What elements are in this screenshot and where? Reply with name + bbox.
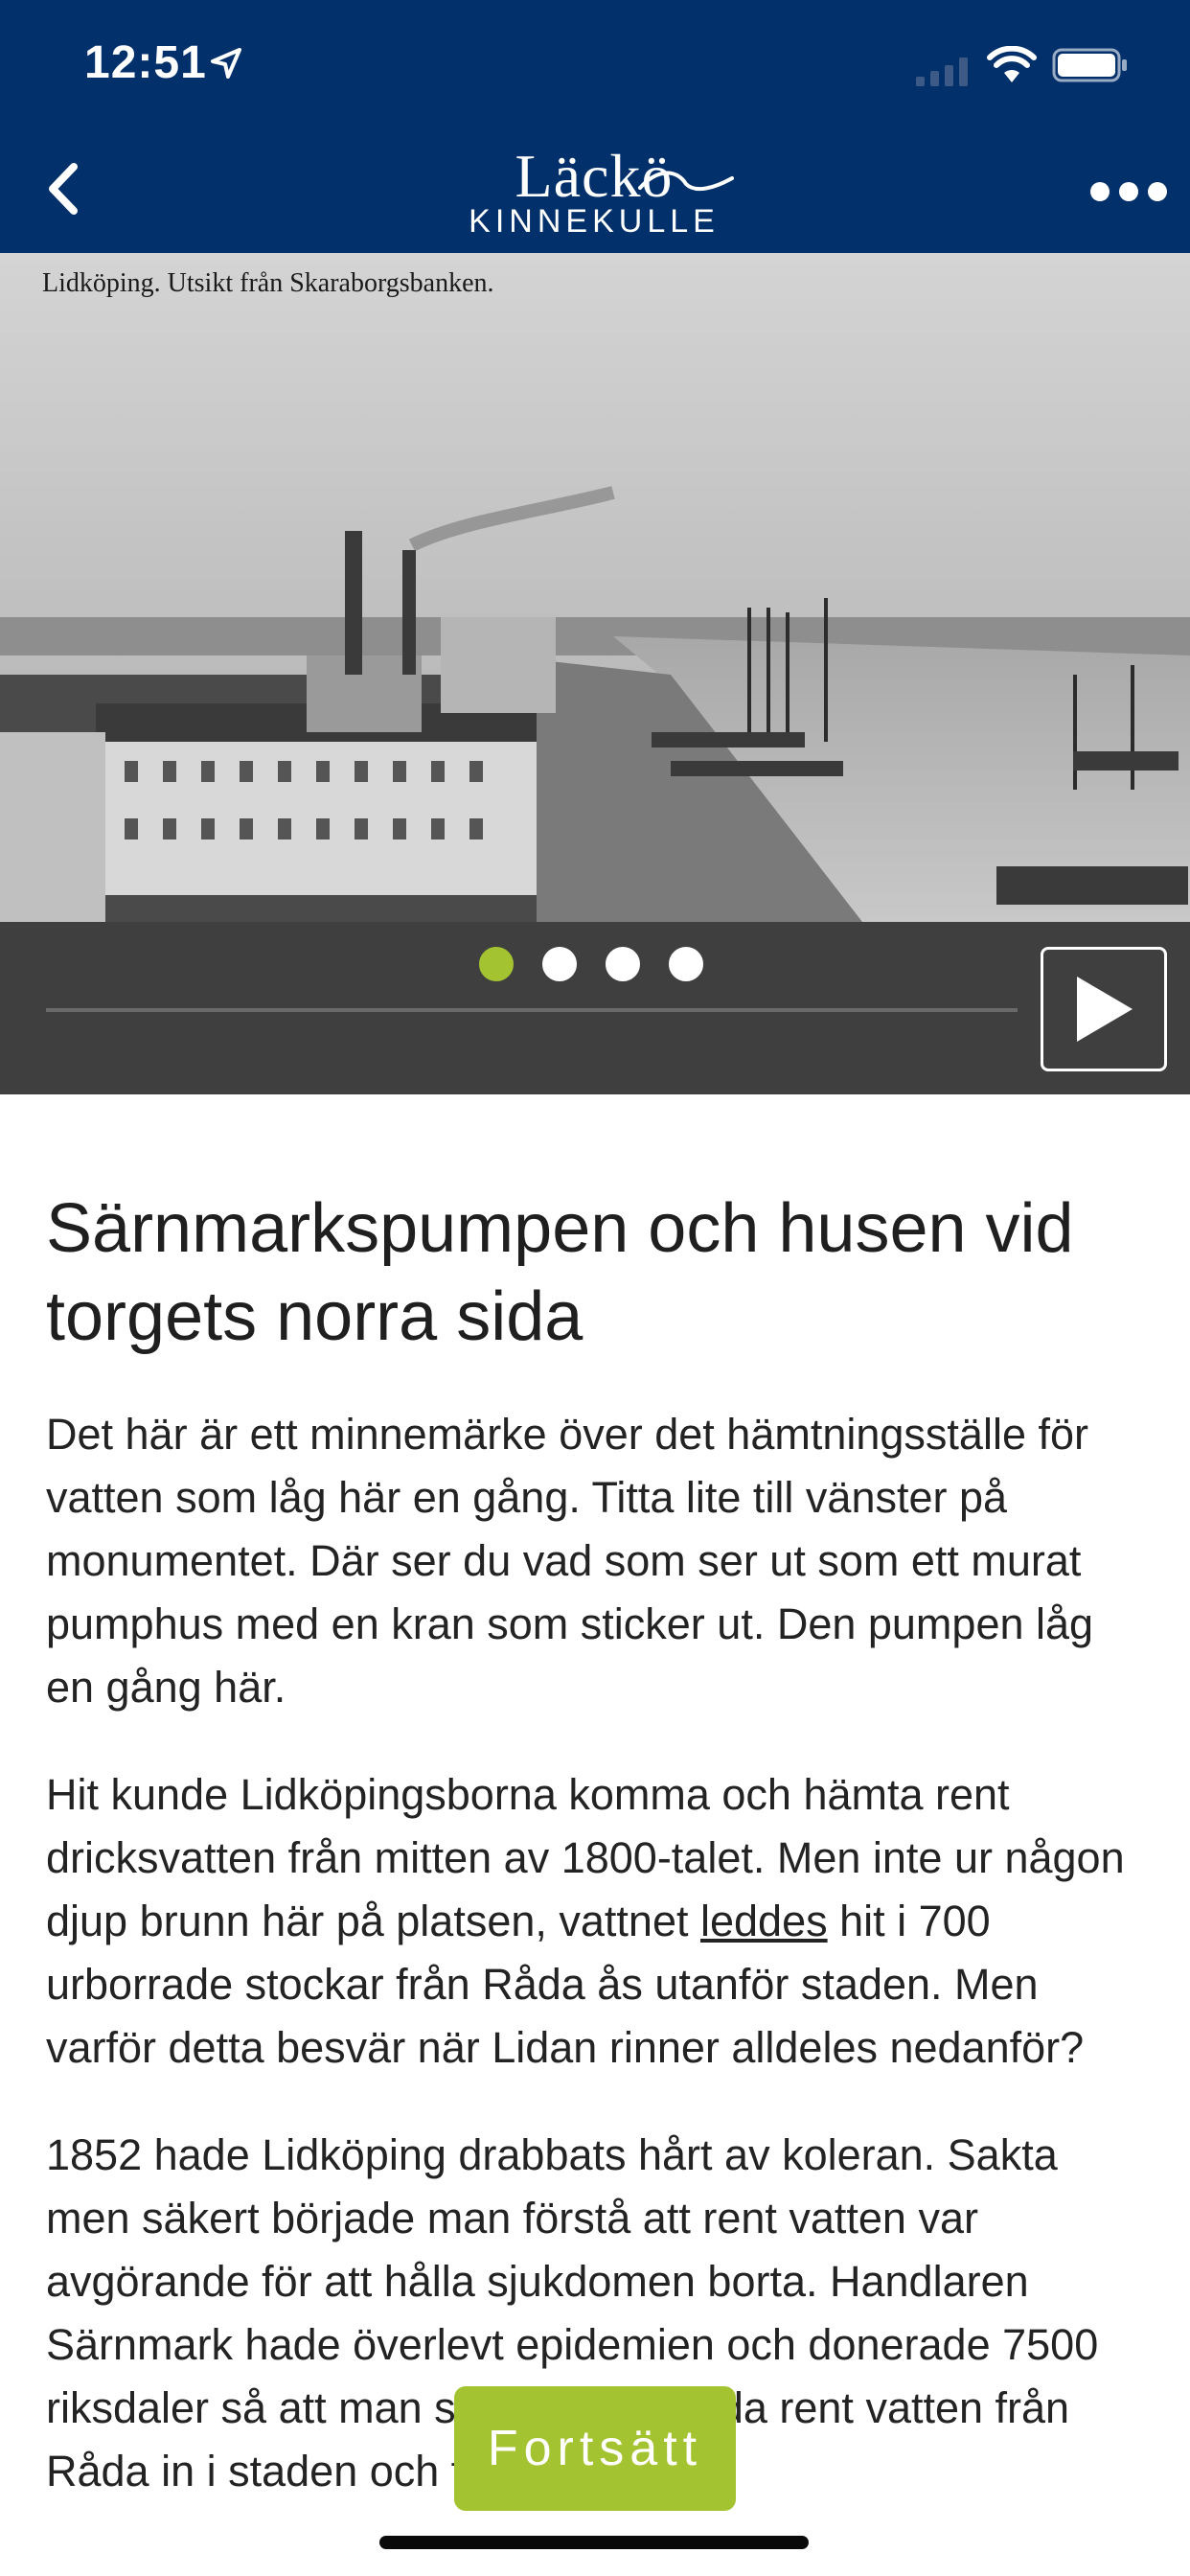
- play-button[interactable]: [1041, 947, 1167, 1071]
- ellipsis-icon: [1090, 182, 1110, 201]
- slide-dot-4[interactable]: [669, 947, 703, 981]
- audio-progress-track[interactable]: [46, 1008, 1018, 1012]
- logo-text-bottom: KINNEKULLE: [469, 203, 720, 240]
- back-button[interactable]: [29, 155, 96, 222]
- status-time: 12:51: [84, 37, 207, 88]
- slide-dot-2[interactable]: [542, 947, 577, 981]
- continue-button[interactable]: Fortsätt: [454, 2386, 736, 2511]
- article-content: Särnmarkspumpen och husen vid torgets no…: [46, 1184, 1148, 2547]
- home-indicator[interactable]: [379, 2536, 809, 2549]
- slide-dot-1[interactable]: [479, 947, 514, 981]
- brand-logo: Läckö KINNEKULLE: [460, 146, 734, 242]
- slide-dot-3[interactable]: [606, 947, 640, 981]
- ellipsis-icon: [1119, 182, 1138, 201]
- app-header: 12:51 Läckö KINNEKULLE: [0, 0, 1190, 253]
- slide-indicator: [479, 947, 703, 981]
- chevron-left-icon: [49, 163, 78, 215]
- article-title: Särnmarkspumpen och husen vid torgets no…: [46, 1190, 1074, 1355]
- location-arrow-icon: [211, 48, 241, 79]
- leddes-link[interactable]: leddes: [700, 1897, 828, 1945]
- article-paragraph-1: Det här är ett minnemärke över det hämtn…: [46, 1410, 1094, 1712]
- ellipsis-icon: [1148, 182, 1167, 201]
- article-paragraph-2: Hit kunde Lidköpingsborna komma och hämt…: [46, 1763, 1148, 2080]
- logo-swoosh-icon: [638, 171, 734, 192]
- hero-caption: Lidköping. Utsikt från Skaraborgsbanken.: [42, 268, 494, 298]
- battery-icon: [1052, 48, 1127, 82]
- navigation-bar: Läckö KINNEKULLE: [0, 126, 1190, 253]
- media-controls: [0, 922, 1190, 1094]
- more-options-button[interactable]: [1090, 180, 1167, 203]
- signal-icon: [916, 58, 968, 86]
- play-icon: [1077, 977, 1133, 1042]
- status-bar: 12:51: [0, 0, 1190, 126]
- hero-image-historic-photo[interactable]: Lidköping. Utsikt från Skaraborgsbanken.: [0, 253, 1190, 922]
- wifi-icon: [987, 46, 1037, 82]
